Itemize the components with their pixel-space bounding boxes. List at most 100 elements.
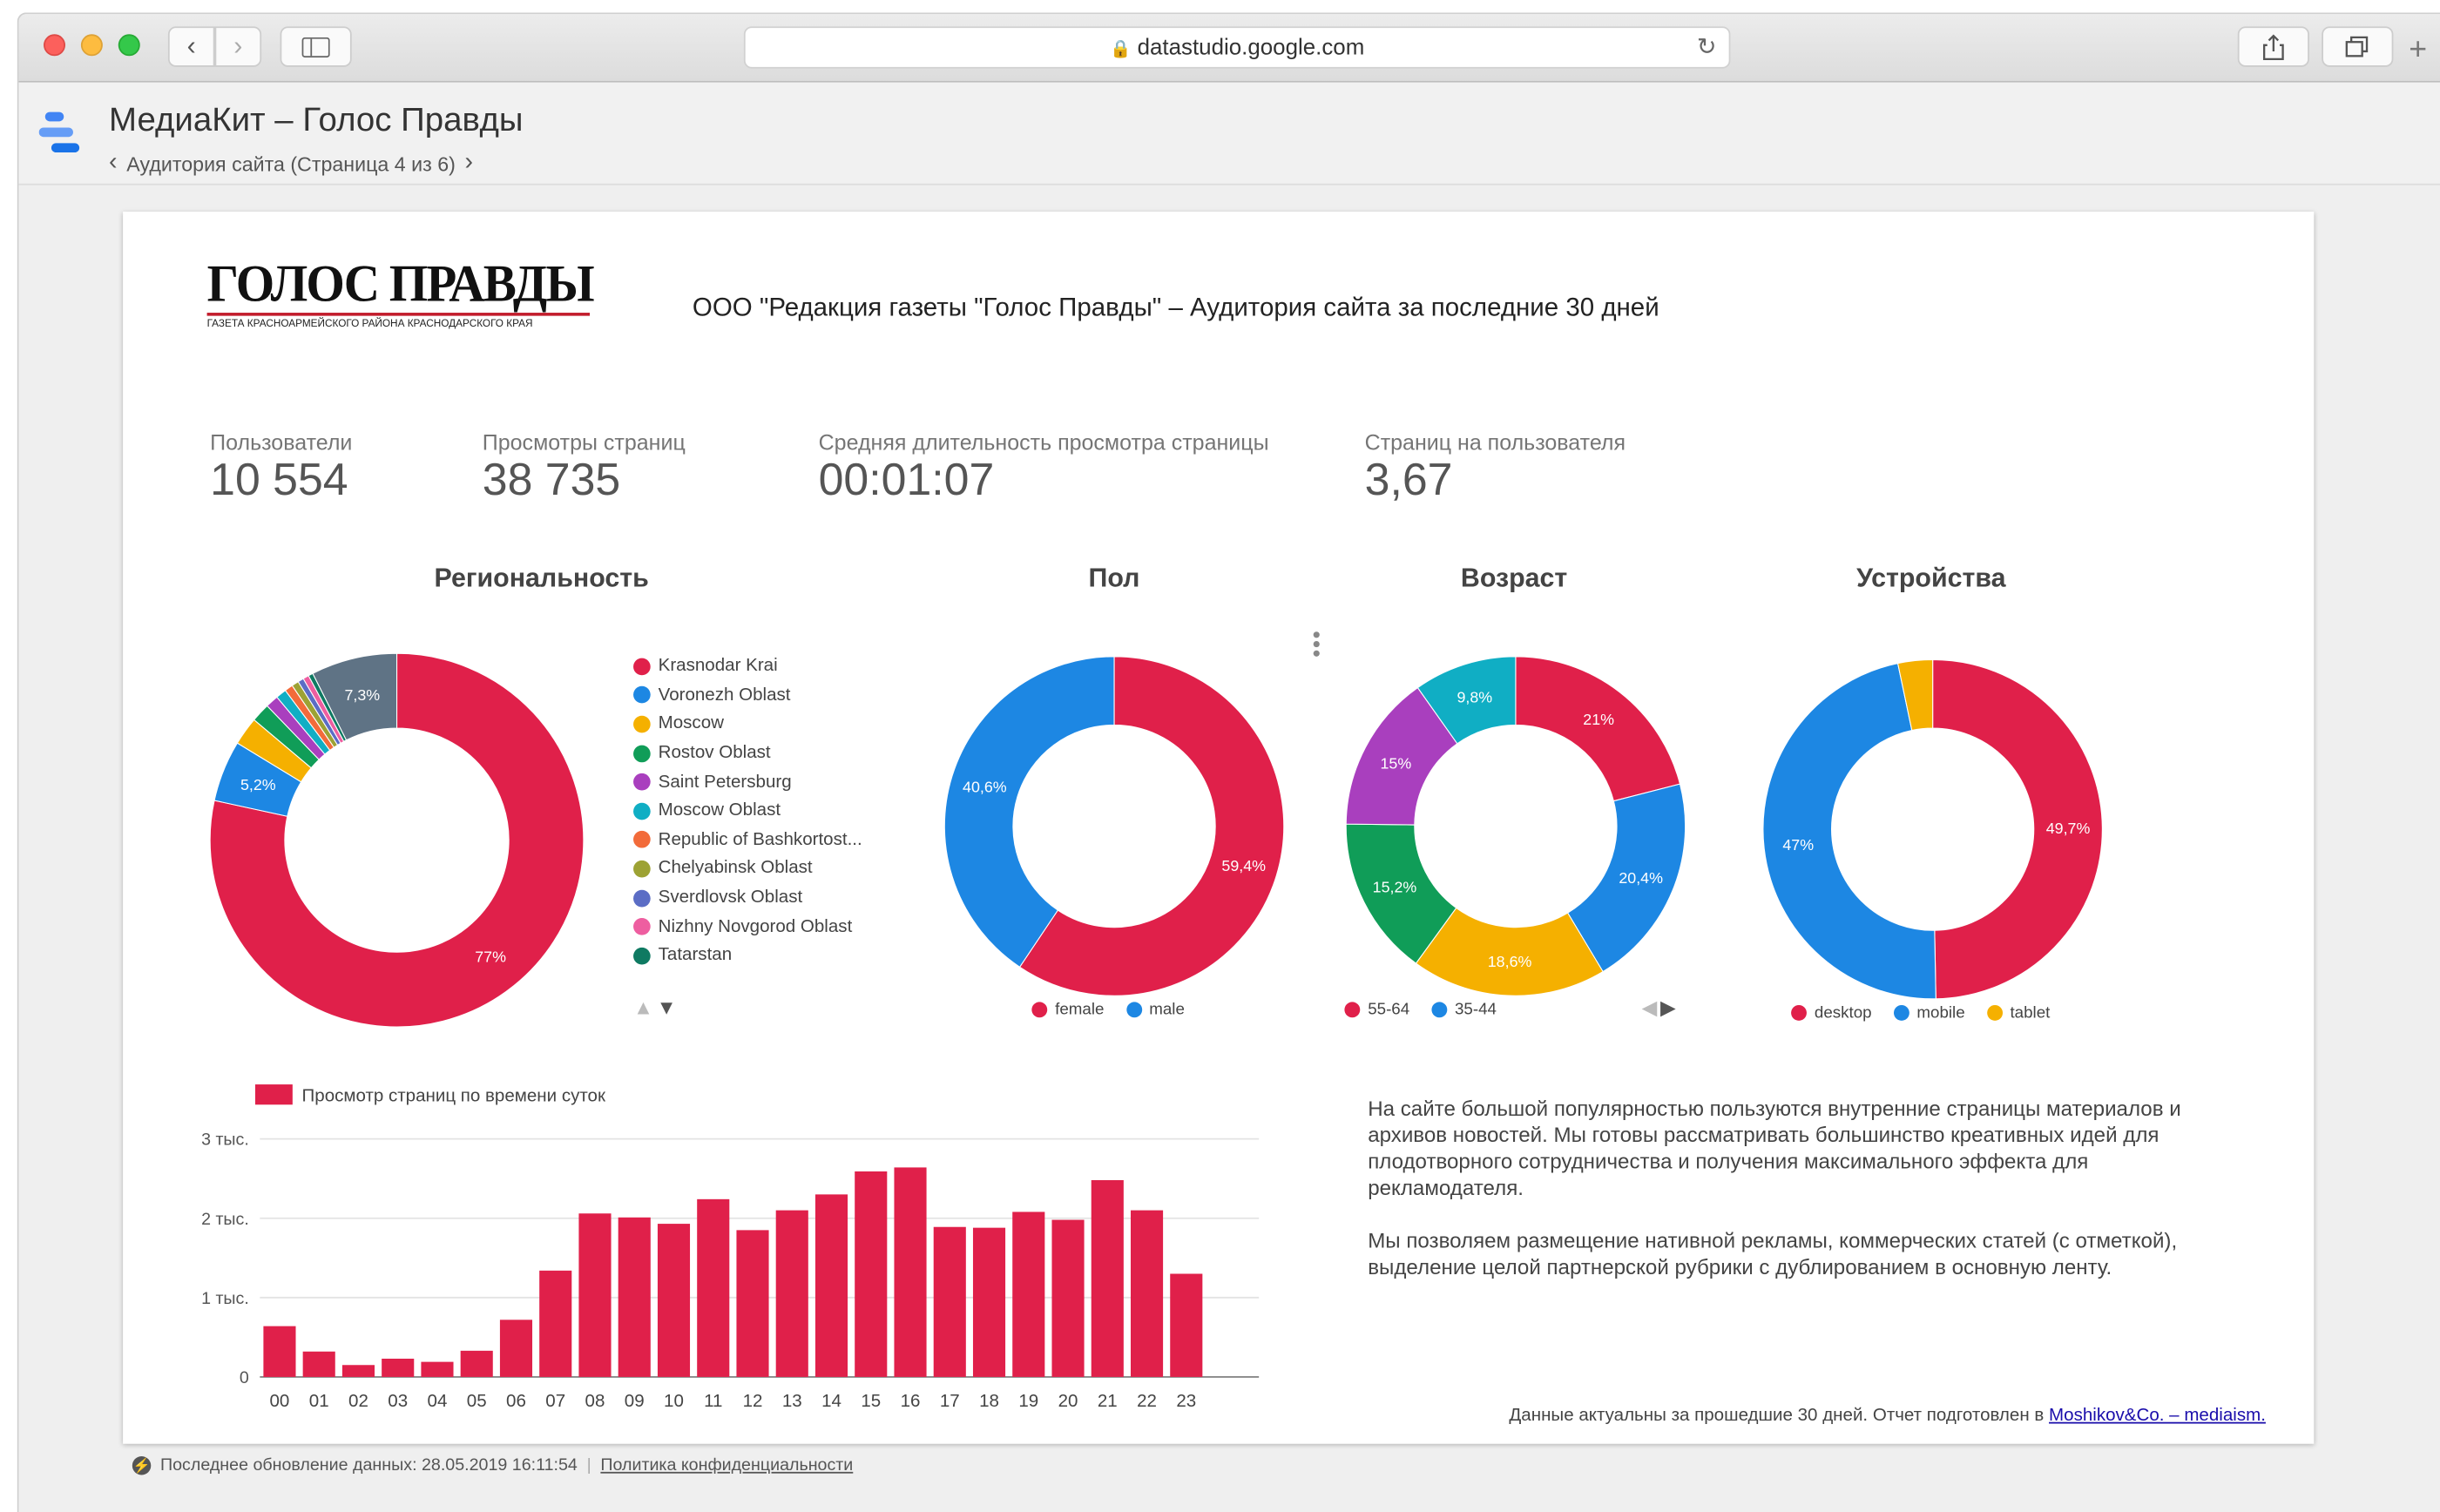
attribution-link[interactable]: Moshikov&Co. – mediaism. bbox=[2049, 1407, 2266, 1425]
prev-page-icon[interactable]: ‹ bbox=[109, 149, 118, 177]
share-button[interactable] bbox=[2237, 26, 2309, 67]
data-label: 20,4% bbox=[1619, 869, 1663, 887]
triangle-left-icon[interactable]: ◀ bbox=[1642, 996, 1658, 1021]
bar[interactable] bbox=[855, 1171, 888, 1377]
url-text: datastudio.google.com bbox=[1137, 36, 1365, 61]
scorecard-pages-per-user: Страниц на пользователя 3,67 bbox=[1365, 429, 1626, 507]
address-bar[interactable]: 🔒 datastudio.google.com ↻ bbox=[743, 26, 1731, 69]
legend-item[interactable]: tablet bbox=[1986, 1003, 2050, 1023]
legend-item[interactable]: female bbox=[1031, 1001, 1104, 1019]
legend-item[interactable]: Tatarstan bbox=[633, 942, 862, 970]
bar[interactable] bbox=[775, 1210, 808, 1377]
bar[interactable] bbox=[499, 1320, 533, 1377]
legend-swatch bbox=[633, 888, 651, 907]
legend-item[interactable]: Voronezh Oblast bbox=[633, 681, 862, 710]
bar[interactable] bbox=[341, 1365, 375, 1377]
triangle-down-icon[interactable]: ▼ bbox=[657, 996, 677, 1019]
pageviews-by-hour-bar-chart[interactable]: Просмотр страниц по времени суток 0 1 тыс.… bbox=[186, 1077, 1260, 1419]
x-tick-label: 02 bbox=[348, 1391, 368, 1411]
bar[interactable] bbox=[460, 1350, 493, 1377]
report-heading: ООО "Редакция газеты "Голос Правды" – Ау… bbox=[692, 294, 1659, 322]
bar[interactable] bbox=[894, 1167, 927, 1377]
legend-item[interactable]: Krasnodar Krai bbox=[633, 651, 862, 680]
donut-slice[interactable] bbox=[1515, 656, 1681, 802]
devices-donut-chart[interactable]: 49,7% 47% bbox=[1760, 657, 2105, 1002]
minimize-window-button[interactable] bbox=[80, 34, 103, 57]
legend-item[interactable]: male bbox=[1125, 1000, 1185, 1020]
bar[interactable] bbox=[618, 1217, 651, 1377]
x-tick-label: 19 bbox=[1018, 1391, 1038, 1411]
legend-item[interactable]: Chelyabinsk Oblast bbox=[633, 854, 862, 883]
legend-item[interactable]: Rostov Oblast bbox=[633, 739, 862, 767]
sidebar-icon bbox=[301, 36, 330, 57]
bar[interactable] bbox=[578, 1213, 612, 1377]
bar[interactable] bbox=[657, 1224, 691, 1377]
legend-item[interactable]: 35-44 bbox=[1431, 1001, 1497, 1019]
bar[interactable] bbox=[421, 1361, 454, 1377]
triangle-right-icon[interactable]: ▶ bbox=[1660, 996, 1676, 1021]
legend-item[interactable]: Republic of Bashkortost... bbox=[633, 826, 862, 854]
legend-pager: ▲ ▼ bbox=[633, 996, 677, 1019]
last-updated-text: Последнее обновление данных: 28.05.2019 … bbox=[159, 1456, 578, 1475]
legend-item[interactable]: 55-64 bbox=[1344, 1001, 1409, 1019]
age-donut-chart[interactable]: 21% 20,4% 18,6% 15,2% 15% 9,8% bbox=[1343, 653, 1689, 999]
bar[interactable] bbox=[1130, 1210, 1164, 1377]
reload-icon[interactable]: ↻ bbox=[1697, 33, 1716, 60]
new-tab-button[interactable]: + bbox=[2409, 33, 2427, 69]
legend-swatch bbox=[1986, 1004, 2003, 1021]
bar[interactable] bbox=[1170, 1273, 1203, 1377]
forward-button[interactable]: › bbox=[214, 26, 262, 67]
triangle-up-icon[interactable]: ▲ bbox=[633, 996, 653, 1019]
legend-label: Moscow bbox=[658, 714, 724, 734]
maximize-window-button[interactable] bbox=[118, 34, 140, 57]
bar[interactable] bbox=[697, 1198, 730, 1377]
y-tick-label: 2 тыс. bbox=[201, 1210, 249, 1229]
lock-icon: 🔒 bbox=[1110, 40, 1132, 59]
x-tick-label: 07 bbox=[545, 1391, 565, 1411]
legend-item[interactable]: Nizhny Novgorod Oblast bbox=[633, 912, 862, 941]
data-label: 47% bbox=[1782, 836, 1814, 854]
sidebar-button[interactable] bbox=[280, 26, 352, 67]
page-nav-label[interactable]: Аудитория сайта (Страница 4 из 6) bbox=[126, 152, 456, 175]
legend-label: male bbox=[1149, 1000, 1185, 1020]
logo-underline bbox=[206, 313, 591, 316]
bar[interactable] bbox=[1012, 1212, 1045, 1377]
bar[interactable] bbox=[382, 1358, 415, 1377]
bar[interactable] bbox=[302, 1351, 335, 1377]
more-options-icon[interactable] bbox=[1312, 631, 1321, 657]
legend-item[interactable]: Moscow bbox=[633, 710, 862, 739]
legend-item[interactable]: Moscow Oblast bbox=[633, 797, 862, 826]
bar[interactable] bbox=[814, 1194, 848, 1377]
gender-donut-chart[interactable]: 59,4% 40,6% bbox=[942, 653, 1288, 999]
regions-donut-chart[interactable]: 77% 5,2% 7,3% bbox=[207, 651, 587, 1030]
x-tick-label: 08 bbox=[585, 1391, 605, 1411]
legend-item[interactable]: Sverdlovsk Oblast bbox=[633, 883, 862, 912]
legend-item[interactable]: desktop bbox=[1791, 1003, 1872, 1023]
data-label: 21% bbox=[1583, 711, 1614, 728]
newspaper-logo: ГОЛОС ПРАВДЫ ГАЗЕТА КРАСНОАРМЕЙСКОГО РАЙ… bbox=[206, 257, 597, 330]
back-button[interactable]: ‹ bbox=[167, 26, 215, 67]
bar[interactable] bbox=[263, 1326, 296, 1377]
legend-item[interactable]: mobile bbox=[1893, 1003, 1965, 1023]
data-label: 9,8% bbox=[1457, 689, 1492, 706]
legend-label: desktop bbox=[1814, 1003, 1872, 1023]
legend-label: Sverdlovsk Oblast bbox=[658, 888, 803, 908]
tabs-overview-button[interactable] bbox=[2322, 26, 2394, 67]
legend-item[interactable]: Saint Petersburg bbox=[633, 767, 862, 796]
scorecard-label: Просмотры страниц bbox=[482, 429, 686, 455]
legend-swatch bbox=[1431, 1002, 1448, 1018]
bar[interactable] bbox=[736, 1230, 769, 1377]
bar[interactable] bbox=[1051, 1219, 1085, 1377]
bar[interactable] bbox=[972, 1227, 1006, 1377]
close-window-button[interactable] bbox=[44, 34, 66, 57]
x-tick-label: 15 bbox=[861, 1391, 881, 1411]
x-tick-label: 21 bbox=[1098, 1391, 1118, 1411]
next-page-icon[interactable]: › bbox=[465, 149, 474, 177]
bar[interactable] bbox=[933, 1226, 966, 1377]
bar[interactable] bbox=[1091, 1179, 1124, 1377]
bar[interactable] bbox=[539, 1270, 572, 1377]
donut-slice[interactable] bbox=[943, 656, 1115, 969]
x-tick-label: 09 bbox=[625, 1391, 645, 1411]
privacy-policy-link[interactable]: Политика конфиденциальности bbox=[600, 1456, 853, 1475]
age-legend-pager: ◀ ▶ bbox=[1642, 996, 1676, 1021]
